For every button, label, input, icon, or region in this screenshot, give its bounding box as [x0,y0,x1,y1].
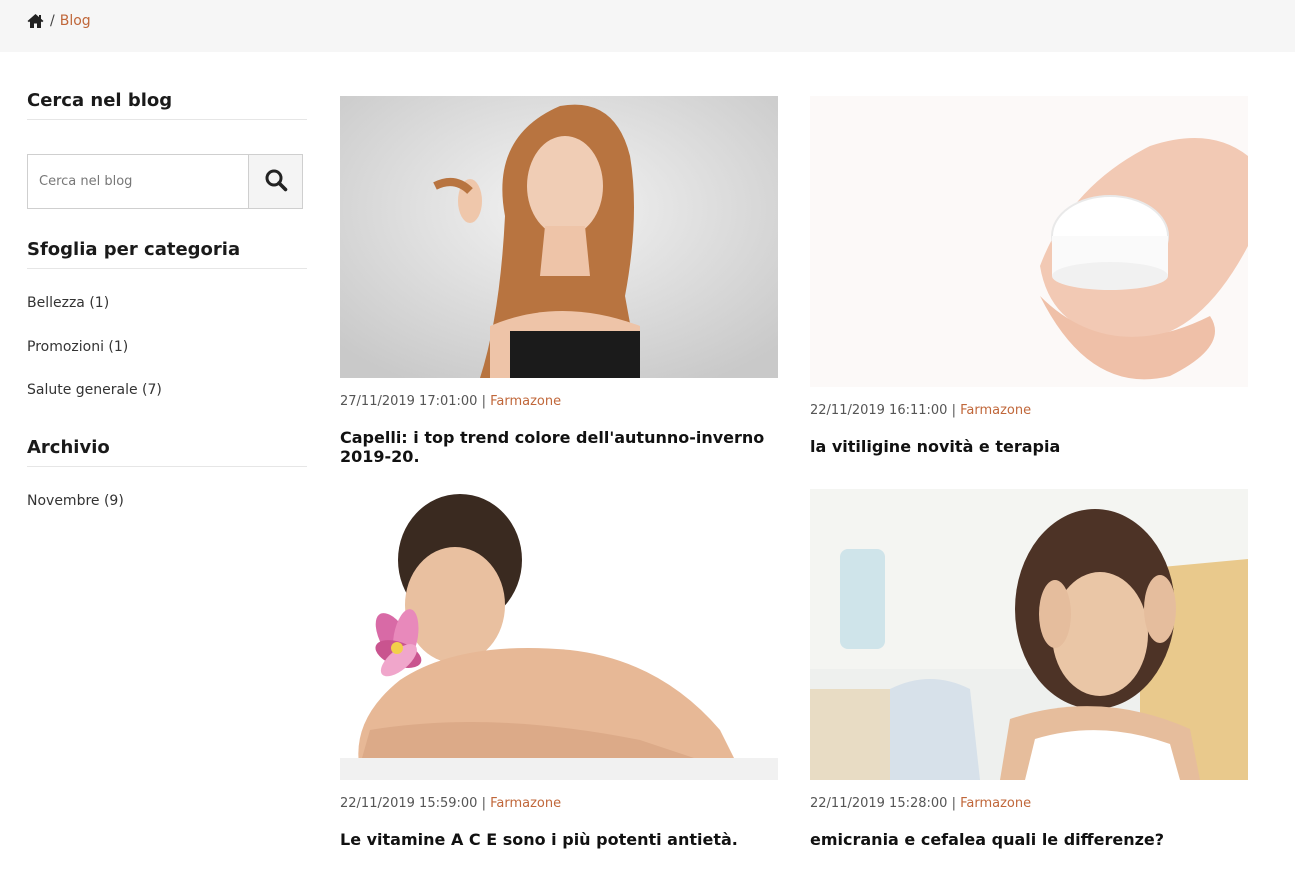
search-input[interactable] [28,155,248,208]
post-date: 22/11/2019 15:59:00 [340,796,478,811]
category-list: Bellezza (1) Promozioni (1) Salute gener… [27,295,307,426]
archive-title: Archivio [27,437,307,467]
post-card: 22/11/2019 15:59:00 | Farmazone Le vitam… [340,490,778,849]
post-date: 22/11/2019 16:11:00 [810,403,948,418]
post-author[interactable]: Farmazone [960,403,1031,418]
breadcrumb-separator: / [50,13,55,29]
post-author[interactable]: Farmazone [960,796,1031,811]
breadcrumb-current[interactable]: Blog [60,13,91,29]
post-image[interactable] [340,96,778,378]
breadcrumb-bar: / Blog [0,0,1295,52]
post-title[interactable]: emicrania e cefalea quali le differenze? [810,830,1248,849]
post-image[interactable] [810,489,1248,780]
sidebar: Cerca nel blog Sfoglia per categoria Bel… [27,90,307,536]
archive-list: Novembre (9) [27,493,307,537]
post-meta: 22/11/2019 15:28:00 | Farmazone [810,796,1032,811]
search-title: Cerca nel blog [27,90,307,120]
category-item-bellezza[interactable]: Bellezza (1) [27,295,307,339]
post-card: 27/11/2019 17:01:00 | Farmazone Capelli:… [340,96,778,466]
post-card: 22/11/2019 15:28:00 | Farmazone emicrani… [810,489,1248,849]
post-date: 27/11/2019 17:01:00 [340,394,478,409]
post-meta: 22/11/2019 16:11:00 | Farmazone [810,403,1032,418]
post-image[interactable] [340,490,778,780]
search-box [27,154,303,209]
post-image[interactable] [810,96,1248,387]
post-meta: 27/11/2019 17:01:00 | Farmazone [340,394,562,409]
post-title[interactable]: la vitiligine novità e terapia [810,437,1248,456]
post-date: 22/11/2019 15:28:00 [810,796,948,811]
post-author[interactable]: Farmazone [490,394,561,409]
search-button[interactable] [248,155,302,208]
breadcrumb: / Blog [27,13,91,29]
post-title[interactable]: Le vitamine A C E sono i più potenti ant… [340,830,778,849]
categories-title: Sfoglia per categoria [27,239,307,269]
category-item-salute-generale[interactable]: Salute generale (7) [27,382,307,426]
archive-item-novembre[interactable]: Novembre (9) [27,493,307,537]
category-item-promozioni[interactable]: Promozioni (1) [27,339,307,383]
post-meta: 22/11/2019 15:59:00 | Farmazone [340,796,562,811]
search-icon [264,168,288,195]
post-title[interactable]: Capelli: i top trend colore dell'autunno… [340,428,778,466]
home-icon[interactable] [27,13,44,29]
post-card: 22/11/2019 16:11:00 | Farmazone la vitil… [810,96,1248,456]
post-author[interactable]: Farmazone [490,796,561,811]
